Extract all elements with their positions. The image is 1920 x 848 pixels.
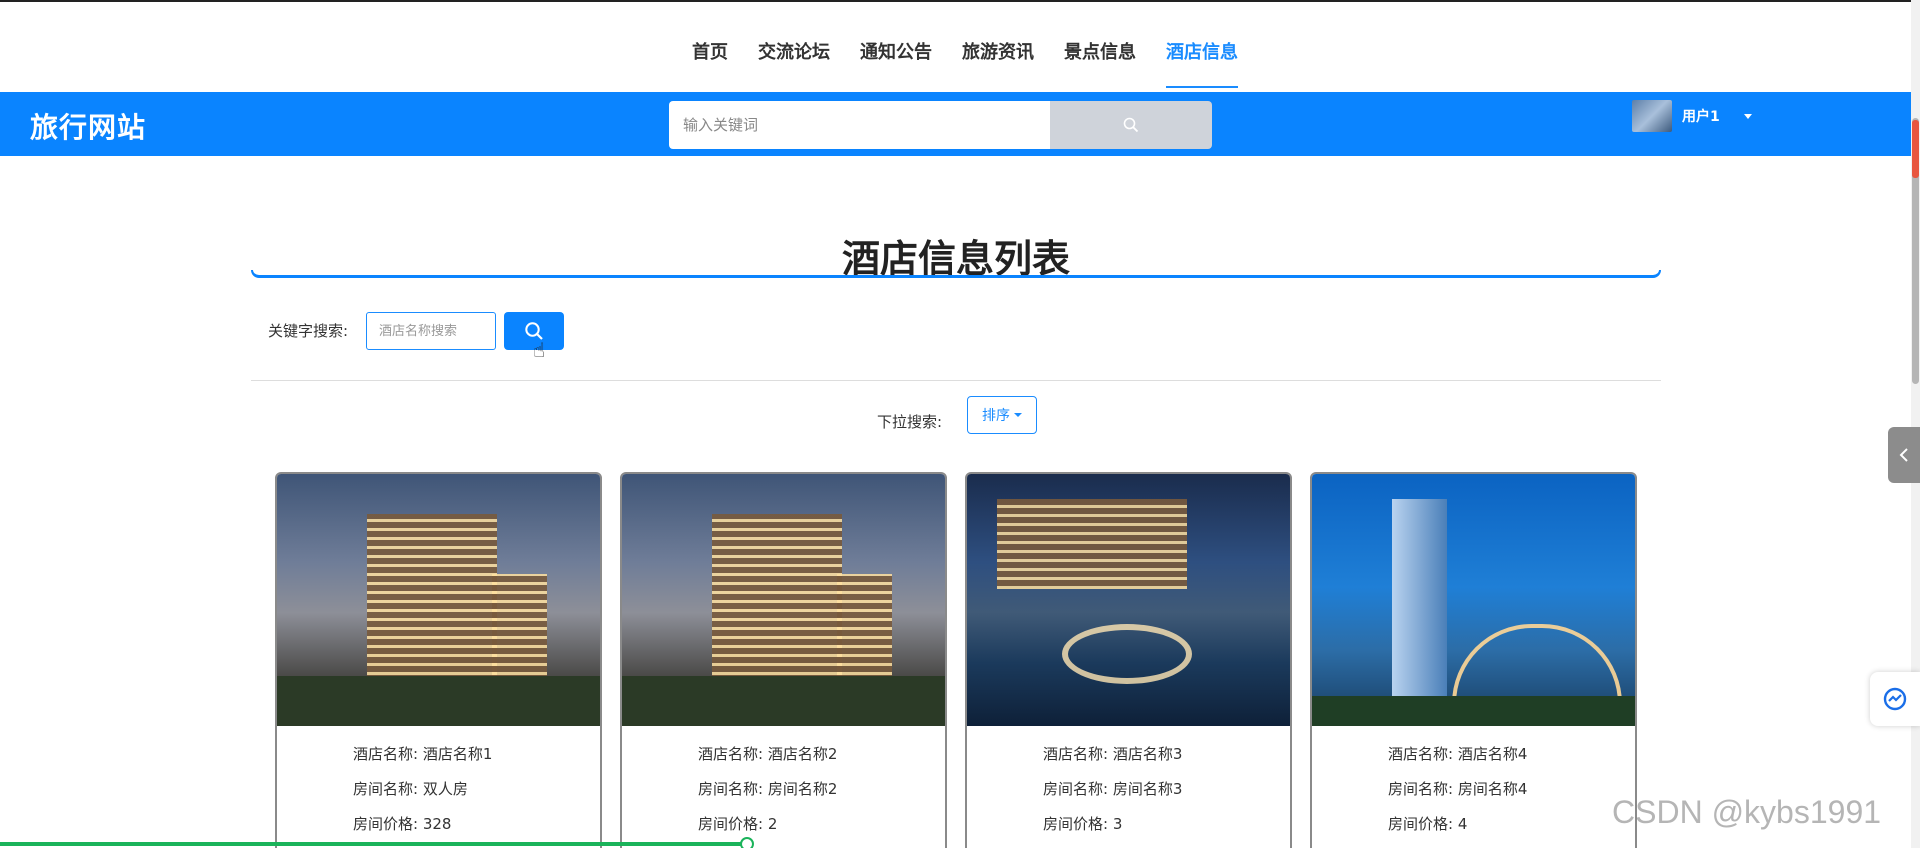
avatar: [1632, 100, 1672, 132]
hotel-card-list: 酒店名称: 酒店名称1 房间名称: 双人房 房间价格: 328 酒店名称: 酒店…: [275, 472, 1637, 848]
ground-shape: [1312, 696, 1635, 726]
hotel-name-row: 酒店名称: 酒店名称3: [1043, 745, 1183, 763]
hotel-card-info: 酒店名称: 酒店名称1 房间名称: 双人房 房间价格: 328: [277, 726, 600, 847]
nav-item-travel-news[interactable]: 旅游资讯: [947, 32, 1049, 88]
hotel-card[interactable]: 酒店名称: 酒店名称1 房间名称: 双人房 房间价格: 328: [275, 472, 602, 848]
sort-dropdown[interactable]: 排序: [967, 396, 1037, 434]
nav-item-attractions[interactable]: 景点信息: [1049, 32, 1151, 88]
assistant-icon: [1883, 687, 1907, 711]
sort-dropdown-label: 排序: [982, 408, 1010, 424]
hotel-name-row: 酒店名称: 酒店名称4: [1388, 745, 1528, 763]
header-bar: 旅行网站 用户1: [0, 92, 1920, 156]
hotel-name-row: 酒店名称: 酒店名称1: [353, 745, 493, 763]
chevron-left-icon: [1899, 448, 1908, 462]
building-shape: [367, 514, 497, 684]
building-shape: [712, 514, 842, 684]
keyword-search-input[interactable]: [366, 312, 496, 350]
nav-list: 首页 交流论坛 通知公告 旅游资讯 景点信息 酒店信息: [0, 32, 1920, 88]
room-name-row: 房间名称: 房间名称2: [698, 780, 838, 798]
scrollbar-marker: [1912, 120, 1919, 178]
dropdown-search-label: 下拉搜索:: [877, 413, 943, 431]
hotel-card[interactable]: 酒店名称: 酒店名称4 房间名称: 房间名称4 房间价格: 4: [1310, 472, 1637, 848]
user-name: 用户1: [1682, 109, 1720, 125]
room-price-row: 房间价格: 3: [1043, 815, 1123, 833]
watermark: CSDN @kybs1991: [1612, 794, 1882, 830]
hotel-card-info: 酒店名称: 酒店名称2 房间名称: 房间名称2 房间价格: 2: [622, 726, 945, 847]
pointer-cursor-icon: ☝: [533, 338, 546, 362]
top-navigation: 首页 交流论坛 通知公告 旅游资讯 景点信息 酒店信息: [0, 0, 1920, 92]
keyword-search-label: 关键字搜索:: [268, 322, 349, 340]
header-search-button[interactable]: [1050, 101, 1212, 149]
building-shape: [997, 499, 1187, 589]
hotel-image: [967, 474, 1290, 726]
room-name-row: 房间名称: 房间名称4: [1388, 780, 1528, 798]
nav-item-home[interactable]: 首页: [677, 32, 743, 88]
hotel-card-info: 酒店名称: 酒店名称3 房间名称: 房间名称3 房间价格: 3: [967, 726, 1290, 847]
header-search-input[interactable]: [669, 101, 1050, 149]
nav-item-hotels[interactable]: 酒店信息: [1151, 32, 1253, 88]
video-progress-bar[interactable]: [0, 842, 747, 846]
hotel-image: [1312, 474, 1635, 726]
floating-assistant-button[interactable]: [1870, 672, 1920, 726]
arch-shape: [1452, 624, 1622, 704]
ground-shape: [277, 676, 600, 726]
room-name-row: 房间名称: 双人房: [353, 780, 468, 798]
hotel-name-row: 酒店名称: 酒店名称2: [698, 745, 838, 763]
side-collapse-tab[interactable]: [1888, 427, 1920, 483]
site-title[interactable]: 旅行网站: [30, 106, 146, 146]
search-icon: [1123, 117, 1139, 133]
building-shape: [492, 574, 547, 684]
ground-shape: [622, 676, 945, 726]
hotel-image: [277, 474, 600, 726]
hotel-image: [622, 474, 945, 726]
header-search: [669, 101, 1212, 149]
divider: [251, 380, 1661, 381]
room-name-row: 房间名称: 房间名称3: [1043, 780, 1183, 798]
title-underline: [251, 270, 1661, 278]
nav-item-forum[interactable]: 交流论坛: [743, 32, 845, 88]
building-shape: [837, 574, 892, 684]
progress-knob[interactable]: [740, 837, 754, 848]
page: 首页 交流论坛 通知公告 旅游资讯 景点信息 酒店信息 旅行网站 用户1 酒店信…: [0, 0, 1920, 848]
caret-down-icon: [1743, 113, 1752, 119]
hotel-card[interactable]: 酒店名称: 酒店名称3 房间名称: 房间名称3 房间价格: 3: [965, 472, 1292, 848]
hotel-card-info: 酒店名称: 酒店名称4 房间名称: 房间名称4 房间价格: 4: [1312, 726, 1635, 847]
pool-shape: [1062, 624, 1192, 684]
caret-down-icon: [1014, 413, 1022, 417]
nav-item-notice[interactable]: 通知公告: [845, 32, 947, 88]
hotel-card[interactable]: 酒店名称: 酒店名称2 房间名称: 房间名称2 房间价格: 2: [620, 472, 947, 848]
building-shape: [1392, 499, 1447, 704]
room-price-row: 房间价格: 4: [1388, 815, 1468, 833]
user-menu[interactable]: 用户1: [1632, 100, 1752, 132]
